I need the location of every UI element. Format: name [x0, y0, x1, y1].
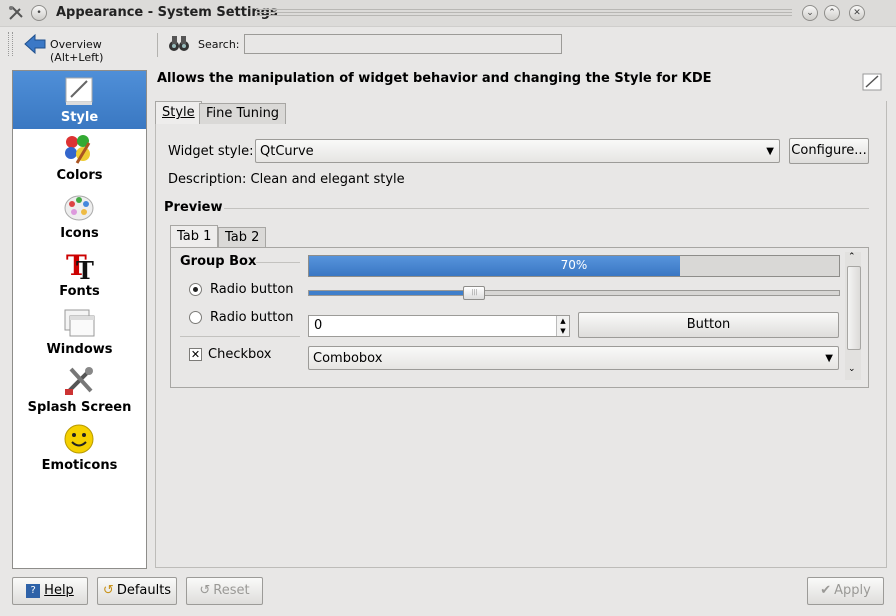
chevron-down-icon: ▼	[825, 353, 833, 364]
sidebar-item-style[interactable]: Style	[13, 71, 146, 129]
search-input[interactable]	[244, 34, 562, 54]
whats-this-icon[interactable]	[862, 73, 882, 95]
group-box-title: Group Box	[180, 254, 257, 269]
spin-box[interactable]: 0 ▲ ▼	[308, 315, 570, 337]
scroll-down-icon[interactable]: ⌄	[848, 364, 856, 374]
tab-style[interactable]: Style	[155, 101, 202, 124]
overview-button[interactable]: Overview (Alt+Left)	[22, 30, 150, 64]
fonts-icon: TT	[63, 249, 95, 285]
search-label: Search:	[198, 38, 240, 51]
preview-label: Preview	[164, 200, 223, 215]
widget-style-combobox[interactable]: QtCurve ▼	[255, 139, 780, 163]
close-button[interactable]: ✕	[849, 5, 865, 21]
preview-scrollbar[interactable]: ⌃ ⌄	[845, 252, 861, 380]
help-button[interactable]: ? Help	[12, 577, 88, 605]
title-decoration	[256, 9, 792, 10]
window-title: Appearance - System Settings	[56, 5, 278, 20]
progress-label: 70%	[560, 258, 588, 272]
spin-arrows[interactable]: ▲ ▼	[556, 316, 569, 336]
radio-button-1-label: Radio button	[210, 282, 294, 297]
preview-button[interactable]: Button	[578, 312, 839, 338]
icons-icon	[63, 191, 95, 223]
svg-text:T: T	[76, 256, 94, 281]
checkbox-label: Checkbox	[208, 347, 272, 362]
sidebar-item-fonts[interactable]: TT Fonts	[13, 245, 146, 303]
back-arrow-icon	[24, 33, 46, 58]
preview-combobox[interactable]: Combobox ▼	[308, 346, 839, 370]
scroll-thumb[interactable]	[847, 266, 861, 350]
defaults-button[interactable]: ↺ Defaults	[97, 577, 177, 605]
title-bar: • Appearance - System Settings ⌄ ⌃ ✕	[0, 0, 896, 27]
colors-icon	[63, 133, 95, 165]
maximize-button[interactable]: ⌃	[824, 5, 840, 21]
app-icon[interactable]	[8, 5, 24, 21]
apply-button[interactable]: ✔ Apply	[807, 577, 884, 605]
sidebar-item-emoticons[interactable]: Emoticons	[13, 419, 146, 477]
sidebar-item-splash-screen[interactable]: Splash Screen	[13, 361, 146, 419]
chevron-down-icon: ▼	[766, 146, 774, 157]
preview-divider	[224, 208, 869, 209]
sticky-button[interactable]: •	[31, 5, 47, 21]
preview-tab-2[interactable]: Tab 2	[218, 227, 267, 247]
separator	[157, 33, 158, 57]
checkbox[interactable]: ✕	[189, 348, 202, 361]
style-icon	[63, 75, 95, 107]
emoticons-icon	[63, 423, 95, 455]
checkmark-icon: ✔	[820, 583, 832, 598]
toolbar-handle	[8, 32, 13, 56]
page-header: Allows the manipulation of widget behavi…	[157, 71, 712, 86]
reset-button[interactable]: ↺ Reset	[186, 577, 263, 605]
radio-button-1[interactable]	[189, 283, 202, 296]
sidebar-item-windows[interactable]: Windows	[13, 303, 146, 361]
configure-button[interactable]: Configure...	[789, 138, 869, 164]
widget-style-label: Widget style:	[168, 144, 254, 159]
help-icon: ?	[26, 583, 41, 598]
tab-fine-tuning[interactable]: Fine Tuning	[199, 103, 287, 124]
radio-button-2-label: Radio button	[210, 310, 294, 325]
minimize-button[interactable]: ⌄	[802, 5, 818, 21]
scroll-up-icon[interactable]: ⌃	[848, 252, 856, 262]
sidebar-item-colors[interactable]: Colors	[13, 129, 146, 187]
slider-handle[interactable]: |||	[463, 286, 486, 300]
sidebar-item-icons[interactable]: Icons	[13, 187, 146, 245]
group-box-line	[256, 262, 300, 263]
sidebar: Style Colors Icons TT Fonts Windows Spla…	[12, 70, 147, 569]
slider-fill	[309, 291, 474, 295]
reset-icon: ↺	[199, 583, 211, 598]
defaults-icon: ↺	[102, 583, 114, 598]
progress-bar: 70%	[308, 255, 840, 277]
windows-icon	[63, 307, 95, 339]
preview-tab-1[interactable]: Tab 1	[170, 225, 219, 247]
splash-screen-icon	[63, 365, 95, 397]
binoculars-icon	[168, 34, 190, 56]
radio-button-2[interactable]	[189, 311, 202, 324]
slider-track[interactable]: |||	[308, 286, 840, 300]
radio-divider	[180, 336, 300, 337]
style-description: Description: Clean and elegant style	[168, 172, 405, 187]
